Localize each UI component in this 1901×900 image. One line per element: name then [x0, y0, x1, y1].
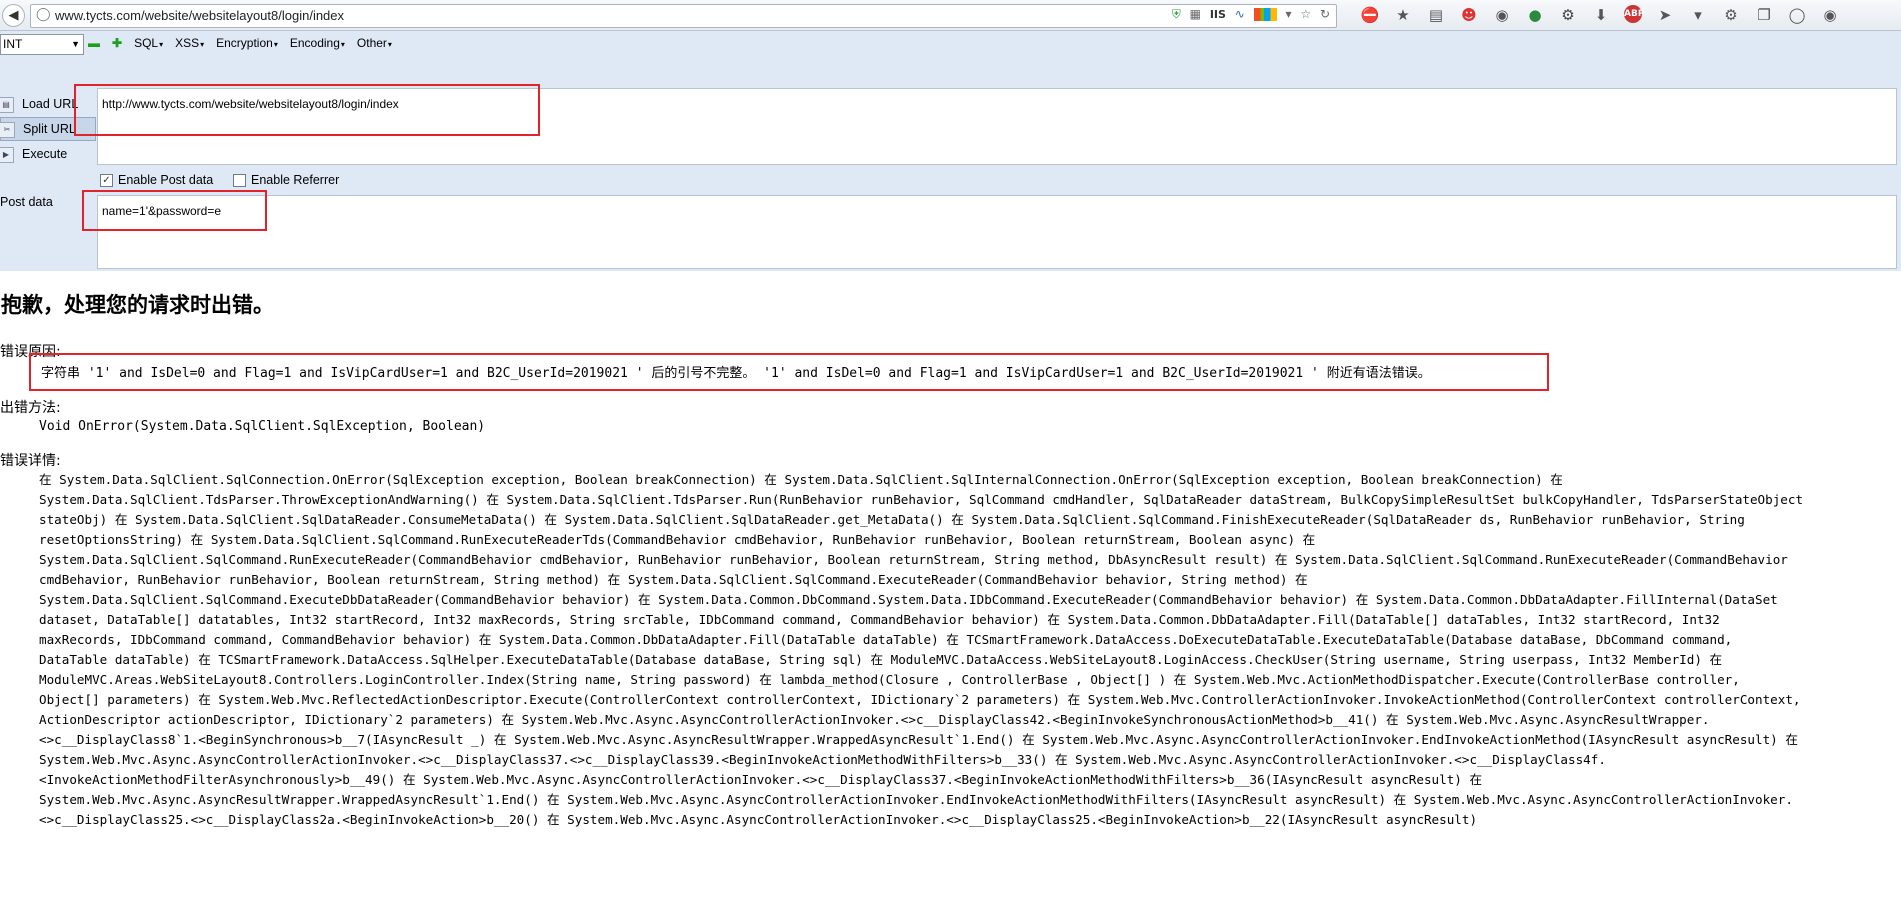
play-icon: ▶: [0, 146, 14, 163]
user-circle-icon[interactable]: ◯: [1787, 5, 1807, 25]
download-icon[interactable]: ⬇: [1591, 5, 1611, 25]
wave-icon[interactable]: ∿: [1235, 7, 1245, 21]
enable-referrer-checkbox[interactable]: Enable Referrer: [233, 173, 339, 187]
reload-icon[interactable]: ↻: [1320, 7, 1330, 21]
details-line: Object[] parameters) 在 System.Web.Mvc.Re…: [39, 692, 1801, 707]
details-line: System.Data.SqlClient.SqlCommand.RunExec…: [39, 552, 1788, 567]
gear-circle-icon[interactable]: ⚙: [1558, 5, 1578, 25]
chat-icon[interactable]: ◉: [1820, 5, 1840, 25]
execute-label: Execute: [22, 147, 68, 161]
iis-badge[interactable]: IIS: [1210, 8, 1226, 21]
menu-encoding[interactable]: Encoding: [290, 36, 345, 50]
window-icon[interactable]: ❐: [1754, 5, 1774, 25]
reading-list-icon[interactable]: ▤: [1426, 5, 1446, 25]
load-url-icon: ▤: [0, 96, 14, 113]
details-line: ActionDescriptor actionDescriptor, IDict…: [39, 712, 1710, 727]
minus-icon[interactable]: ▬: [88, 36, 100, 50]
pin-icon[interactable]: ➤: [1655, 5, 1675, 25]
menu-encryption[interactable]: Encryption: [216, 36, 278, 50]
shield-icon[interactable]: ⛨: [1172, 7, 1181, 21]
dropdown-arrow-icon[interactable]: ▾: [1285, 7, 1291, 21]
address-bar[interactable]: ◯ www.tycts.com/website/websitelayout8/l…: [30, 4, 1337, 28]
details-line: System.Data.SqlClient.SqlCommand.Execute…: [39, 592, 1778, 607]
more-dropdown-icon[interactable]: ▾: [1688, 5, 1708, 25]
checkbox-checked-icon: ✓: [100, 173, 113, 187]
load-url-label: Load URL: [22, 97, 79, 111]
post-data-textarea[interactable]: name=1'&password=e: [97, 195, 1897, 269]
post-data-label: Post data: [0, 195, 53, 209]
type-select-value: INT: [3, 37, 23, 51]
split-url-icon: ✂: [0, 121, 15, 138]
details-line: DataTable dataTable) 在 TCSmartFramework.…: [39, 652, 1723, 667]
back-button[interactable]: ◀: [2, 4, 25, 27]
qr-code-icon[interactable]: ▦: [1190, 7, 1201, 21]
details-line: resetOptionsString) 在 System.Data.SqlCli…: [39, 532, 1316, 547]
reason-highlight-box: 字符串 '1' and IsDel=0 and Flag=1 and IsVip…: [29, 353, 1549, 391]
details-line: maxRecords, IDbCommand command, CommandB…: [39, 632, 1733, 647]
no-entry-icon[interactable]: ⛔: [1360, 5, 1380, 25]
star-outline-icon[interactable]: ☆: [1300, 7, 1311, 21]
reason-text: 字符串 '1' and IsDel=0 and Flag=1 and IsVip…: [41, 366, 1431, 381]
error-details: 在 System.Data.SqlClient.SqlConnection.On…: [39, 470, 1899, 830]
method-label: 出错方法:: [0, 400, 61, 416]
menu-xss[interactable]: XSS: [175, 36, 204, 50]
menu-sql[interactable]: SQL: [134, 36, 163, 50]
details-line: 在 System.Data.SqlClient.SqlConnection.On…: [39, 472, 1563, 487]
details-line: <>c__DisplayClass8`1.<BeginSynchronous>b…: [39, 732, 1798, 747]
green-circle-icon[interactable]: ●: [1525, 5, 1545, 25]
hackbar-menu: ▬ ✚ SQL XSS Encryption Encoding Other: [88, 36, 392, 50]
address-bar-addons: ⛨ ▦ IIS ∿ ▾ ☆ ↻: [1167, 7, 1330, 22]
plus-icon[interactable]: ✚: [112, 36, 122, 50]
details-line: <>c__DisplayClass25.<>c__DisplayClass2a.…: [39, 812, 1478, 827]
url-highlight-box: [74, 84, 540, 136]
error-title: 抱歉，处理您的请求时出错。: [1, 292, 274, 317]
details-line: <InvokeActionMethodFilterAsynchronously>…: [39, 772, 1483, 787]
details-line: System.Data.SqlClient.TdsParser.ThrowExc…: [39, 492, 1804, 507]
bookmark-star-icon[interactable]: ★: [1393, 5, 1413, 25]
enable-referrer-label: Enable Referrer: [251, 173, 340, 187]
details-line: System.Web.Mvc.Async.AsyncResultWrapper.…: [39, 792, 1793, 807]
details-line: cmdBehavior, RunBehavior runBehavior, Bo…: [39, 572, 1308, 587]
windows-logo-icon[interactable]: [1253, 7, 1277, 21]
details-label: 错误详情:: [0, 453, 61, 469]
post-highlight-box: [82, 190, 267, 231]
method-text: Void OnError(System.Data.SqlClient.SqlEx…: [39, 419, 486, 434]
addon-face-icon[interactable]: ☻: [1459, 5, 1479, 25]
checkbox-unchecked-icon: [233, 173, 246, 187]
address-url[interactable]: www.tycts.com/website/websitelayout8/log…: [55, 8, 344, 23]
browser-toolbar: ◀ ◯ www.tycts.com/website/websitelayout8…: [0, 0, 1901, 31]
split-url-label: Split URL: [23, 122, 76, 136]
menu-other[interactable]: Other: [357, 36, 392, 50]
enable-post-checkbox[interactable]: ✓ Enable Post data: [100, 173, 213, 187]
details-line: dataset, DataTable[] datatables, Int32 s…: [39, 612, 1720, 627]
palette-icon[interactable]: ◉: [1492, 5, 1512, 25]
execute-button[interactable]: ▶ Execute: [0, 143, 94, 165]
browser-toolbar-icons: ⛔ ★ ▤ ☻ ◉ ● ⚙ ⬇ ABP ➤ ▾ ⚙ ❐ ◯ ◉: [1360, 5, 1840, 25]
type-select[interactable]: INT ▼: [0, 34, 84, 55]
details-line: ModuleMVC.Areas.WebSiteLayout8.Controlle…: [39, 672, 1740, 687]
globe-icon: ◯: [36, 7, 51, 22]
details-line: stateObj) 在 System.Data.SqlClient.SqlDat…: [39, 512, 1745, 527]
chevron-down-icon: ▼: [71, 39, 80, 49]
gear-icon[interactable]: ⚙: [1721, 5, 1741, 25]
adblock-icon[interactable]: ABP: [1624, 5, 1644, 23]
details-line: System.Web.Mvc.Async.AsyncControllerActi…: [39, 752, 1606, 767]
enable-post-label: Enable Post data: [118, 173, 214, 187]
